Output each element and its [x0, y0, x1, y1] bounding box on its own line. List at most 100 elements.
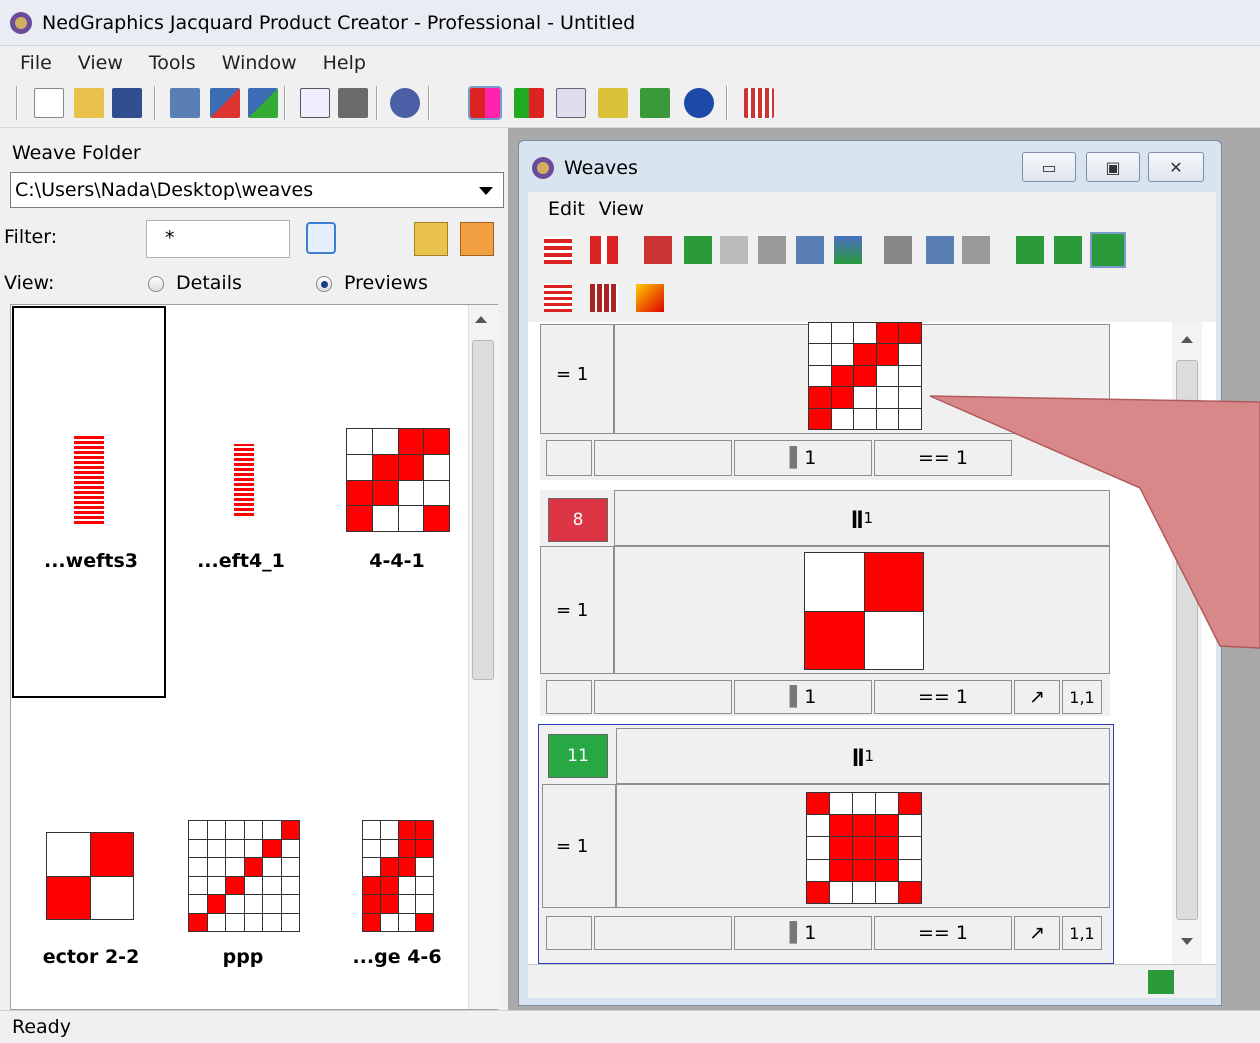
new-folder-icon[interactable]: [414, 222, 448, 256]
list-view-icon[interactable]: [556, 88, 586, 118]
menu-view[interactable]: View: [78, 52, 123, 74]
thumbnail-label[interactable]: ...ge 4-6: [322, 946, 472, 968]
help-icon[interactable]: [390, 88, 420, 118]
shift-cell[interactable]: 1,1: [1062, 916, 1102, 950]
filter-input[interactable]: *: [146, 220, 290, 258]
open-icon[interactable]: [74, 88, 104, 118]
menu-file[interactable]: File: [20, 52, 52, 74]
arrow-icon[interactable]: [1090, 232, 1126, 268]
weave-tool-icon[interactable]: [834, 236, 862, 264]
chevron-down-icon[interactable]: [479, 187, 493, 195]
thumbnail-label[interactable]: ...wefts3: [16, 550, 166, 572]
toolbar-separator: [16, 86, 18, 120]
weaves-menu-edit[interactable]: Edit: [548, 198, 585, 220]
title-bar: NedGraphics Jacquard Product Creator - P…: [0, 0, 1260, 46]
menu-help[interactable]: Help: [323, 52, 366, 74]
properties-icon[interactable]: [170, 88, 200, 118]
weave-tool-icon[interactable]: [796, 236, 824, 264]
scroll-down-icon[interactable]: [1181, 938, 1193, 945]
weave-tool-icon[interactable]: [644, 236, 672, 264]
warp-repeat-cell[interactable]: ▌ 1: [734, 680, 872, 714]
layers-icon[interactable]: [598, 88, 628, 118]
maximize-button[interactable]: ▣: [1086, 152, 1140, 182]
scroll-up-icon[interactable]: [1181, 336, 1193, 343]
menu-window[interactable]: Window: [222, 52, 297, 74]
weave-tool-icon: [962, 236, 990, 264]
thumbnail-eft4-preview: [234, 444, 254, 516]
footer-cell: [546, 680, 592, 714]
weaves-logo-icon: [532, 157, 554, 179]
copy-icon[interactable]: [884, 236, 912, 264]
footer-cell: [546, 440, 592, 476]
footer-cell: [594, 916, 732, 950]
thumbnail-441-preview: [346, 428, 450, 532]
arrow-icon[interactable]: [684, 236, 712, 264]
minimize-button[interactable]: ▭: [1022, 152, 1076, 182]
footer-cell: [594, 680, 732, 714]
scroll-up-icon[interactable]: [475, 316, 487, 323]
weft-repeat-cell[interactable]: == 1: [874, 680, 1012, 714]
filter-label: Filter:: [4, 226, 58, 248]
weave-tool-icon[interactable]: [590, 284, 618, 312]
gallery-scroll-thumb[interactable]: [472, 340, 494, 680]
map-icon[interactable]: [640, 88, 670, 118]
status-text: Ready: [12, 1016, 71, 1038]
folder-path-select[interactable]: C:\Users\Nada\Desktop\weaves: [10, 172, 504, 208]
weave-tool-icon: [720, 236, 748, 264]
folder-up-icon[interactable]: [460, 222, 494, 256]
menu-tools[interactable]: Tools: [149, 52, 196, 74]
thumbnail-sector-preview: [46, 832, 134, 920]
print-icon[interactable]: [338, 88, 368, 118]
arrow-icon[interactable]: [1016, 236, 1044, 264]
weave-tool-icon[interactable]: [590, 236, 618, 264]
weave-number-badge: 11: [548, 734, 608, 778]
save-icon[interactable]: [112, 88, 142, 118]
callout-annotation: [929, 395, 1260, 649]
weave-header-cell: ǁ1: [616, 728, 1110, 784]
weave-tool-icon: [758, 236, 786, 264]
refresh-icon[interactable]: [306, 222, 336, 254]
thumbnail-wefts3-preview: [74, 436, 104, 524]
thumbnail-label[interactable]: ector 2-2: [16, 946, 166, 968]
pattern-icon[interactable]: [744, 88, 774, 118]
details-label: Details: [176, 272, 242, 294]
toolbar-separator: [154, 86, 156, 120]
details-radio[interactable]: [148, 276, 164, 292]
menu-bar: File View Tools Window Help: [0, 46, 1260, 80]
weft-label: = 1: [556, 836, 589, 857]
thumbnail-ge46-preview: [362, 820, 434, 932]
diagonal-arrow-icon[interactable]: ↗: [1014, 916, 1060, 950]
warp-repeat-cell[interactable]: ▌ 1: [734, 916, 872, 950]
weft-label: = 1: [556, 600, 589, 621]
export-icon[interactable]: [248, 88, 278, 118]
weave-tool-icon[interactable]: [544, 284, 572, 312]
previews-radio[interactable]: [316, 276, 332, 292]
thumbnail-label[interactable]: ...eft4_1: [166, 550, 316, 572]
print-preview-icon[interactable]: [300, 88, 330, 118]
app-logo-icon: [10, 11, 32, 34]
weave-tool-icon[interactable]: [544, 236, 572, 264]
weave-number-badge: 8: [548, 498, 608, 542]
weave-folder-label: Weave Folder: [12, 142, 141, 164]
new-icon[interactable]: [34, 88, 64, 118]
arrow-icon[interactable]: [1054, 236, 1082, 264]
footer-cell: [546, 916, 592, 950]
toolbar-separator: [284, 86, 286, 120]
info-icon[interactable]: [684, 88, 714, 118]
weave-view-icon[interactable]: [468, 86, 502, 120]
weave-tool-icon[interactable]: [636, 284, 664, 312]
weft-repeat-cell[interactable]: == 1: [874, 916, 1012, 950]
shift-cell[interactable]: 1,1: [1062, 680, 1102, 714]
diagonal-arrow-icon[interactable]: ↗: [1014, 680, 1060, 714]
arrow-icon[interactable]: [1148, 970, 1174, 994]
close-button[interactable]: ✕: [1148, 152, 1204, 182]
edit-icon[interactable]: [926, 236, 954, 264]
thumbnail-label[interactable]: 4-4-1: [322, 550, 472, 572]
weaves-menu-view[interactable]: View: [599, 198, 644, 220]
status-bar: Ready: [0, 1010, 1260, 1043]
color-view-icon[interactable]: [514, 88, 544, 118]
warp-repeat-cell[interactable]: ▌ 1: [734, 440, 872, 476]
toolbar-separator: [428, 86, 430, 120]
import-icon[interactable]: [210, 88, 240, 118]
thumbnail-label[interactable]: ppp: [168, 946, 318, 968]
